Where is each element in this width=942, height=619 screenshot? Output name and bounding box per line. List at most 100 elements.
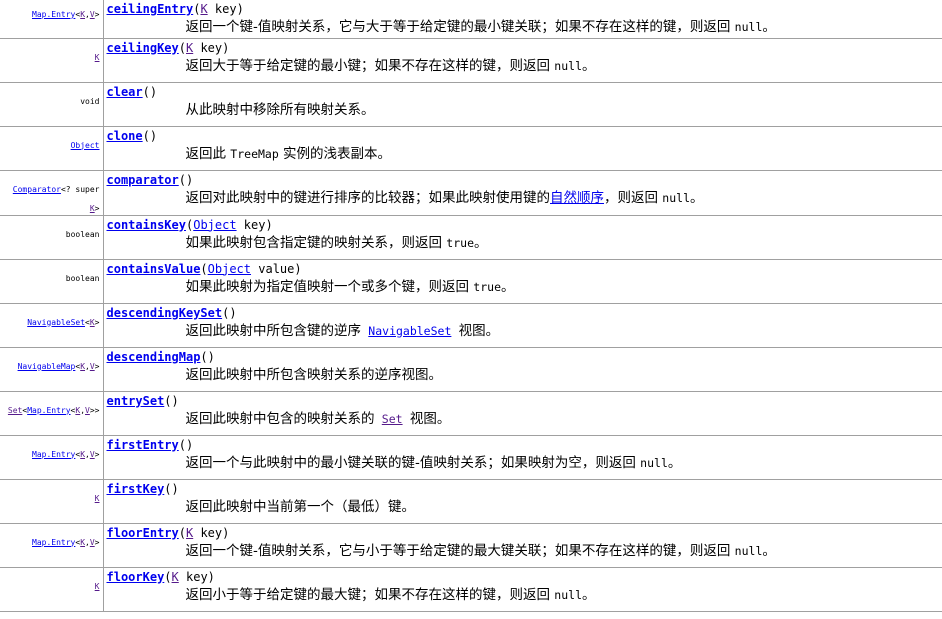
type-text: <? super [60,184,100,194]
description-text: 返回此映射中所包含键的逆序 [185,322,366,339]
return-type-cell: void [0,81,104,127]
method-detail-cell: descendingMap() 返回此映射中所包含映射关系的逆序视图。 [102,346,942,392]
type-link[interactable]: NavigableMap [18,362,76,371]
type-link[interactable]: K [95,494,100,503]
method-description: 返回此映射中所包含键的逆序 NavigableSet 视图。 [107,321,942,341]
method-name-link[interactable]: descendingMap [107,350,201,364]
method-name-link[interactable]: firstEntry [107,438,179,452]
method-row-floorKey: KfloorKey(K key) 返回小于等于给定键的最大键；如果不存在这样的键，… [0,566,942,612]
signature-text: ( [164,569,172,584]
method-name-link[interactable]: containsValue [107,262,201,276]
description-text: 。 [474,234,488,251]
method-description: 返回此映射中当前第一个（最低）键。 [107,497,942,517]
signature-text: key) [193,525,230,540]
signature-text: () [178,172,194,187]
method-name-link[interactable]: ceilingEntry [107,2,194,16]
method-name-link[interactable]: containsKey [107,218,186,232]
type-link[interactable]: Set [8,406,22,415]
description-text: 。 [762,19,776,35]
method-detail-cell: ceilingKey(K key) 返回大于等于给定键的最小键；如果不存在这样的键… [102,37,942,83]
method-detail-cell: floorKey(K key) 返回小于等于给定键的最大键；如果不存在这样的键，则… [102,566,942,612]
method-name-link[interactable]: ceilingKey [107,41,179,55]
description-text: 返回一个与此映射中的最小键关联的键-值映射关系；如果映射为空，则返回 [185,454,641,471]
signature-text: () [200,349,215,364]
return-type-cell: Map.Entry<K,V> [0,522,104,568]
method-description: 返回此 TreeMap 实例的浅表副本。 [107,144,942,164]
method-row-ceilingEntry: Map.Entry<K,V> ceilingEntry(K key) 返回一个键-值… [0,0,942,39]
param-type-link[interactable]: Object [208,262,251,276]
type-link[interactable]: Object [71,141,100,150]
type-link[interactable]: Map.Entry [32,450,75,459]
return-type-cell: K [0,478,104,524]
param-type-link[interactable]: K [172,570,179,584]
type-link[interactable]: Map.Entry [27,406,70,415]
description-text: 。 [762,542,776,559]
code-literal: null [734,543,763,558]
type-link[interactable]: Comparator [13,185,61,194]
type-link[interactable]: K [95,582,100,591]
method-detail-cell: ceilingEntry(K key) 返回一个键-值映射关系，它与大于等于给定键… [102,0,942,39]
method-detail-cell: floorEntry(K key) 返回一个键-值映射关系，它与小于等于给定键的最… [102,522,942,568]
signature-text: () [164,481,179,496]
type-text: > [94,537,100,547]
method-summary-table: Map.Entry<K,V> ceilingEntry(K key) 返回一个键-值… [0,0,942,612]
param-type-link[interactable]: K [200,2,207,16]
signature-text: () [164,393,179,408]
return-type-cell: Set<Map.Entry<K,V>> [0,390,104,436]
method-description: 返回大于等于给定键的最小键；如果不存在这样的键，则返回 null。 [107,56,942,76]
type-link[interactable]: K [95,53,100,62]
method-row-clear: void clear() 从此映射中移除所有映射关系。 [0,81,942,127]
return-type-cell: Map.Entry<K,V> [0,434,104,480]
method-row-floorEntry: Map.Entry<K,V> floorEntry(K key) 返回一个键-值映射… [0,522,942,568]
method-row-firstEntry: Map.Entry<K,V> firstEntry() 返回一个与此映射中的最小键关… [0,434,942,480]
description-text: 如果此映射为指定值映射一个或多个键，则返回 [185,278,474,295]
type-link[interactable]: NavigableSet [27,318,85,327]
method-name-link[interactable]: comparator [107,173,179,187]
description-text: 返回大于等于给定键的最小键；如果不存在这样的键，则返回 [185,57,555,74]
code-literal: true [473,279,501,294]
description-text: 。 [582,586,596,603]
method-name-link[interactable]: clone [107,129,143,143]
description-code-link[interactable]: Set [379,412,406,426]
method-name-link[interactable]: floorEntry [107,526,179,540]
method-detail-cell: firstEntry() 返回一个与此映射中的最小键关联的键-值映射关系；如果映射… [102,434,942,480]
method-name-link[interactable]: firstKey [107,482,165,496]
code-literal: true [446,235,474,250]
signature-text: value) [251,261,302,276]
method-row-containsValue: boolean containsValue(Object value) 如果此映射为… [0,258,942,304]
param-type-link[interactable]: Object [193,218,236,232]
method-signature: floorKey(K key) [107,570,942,585]
method-name-link[interactable]: floorKey [107,570,165,584]
method-name-link[interactable]: entrySet [107,394,165,408]
description-link[interactable]: 自然顺序 [550,190,604,206]
code-literal: null [554,587,582,602]
return-type-cell: boolean [0,214,104,260]
method-name-link[interactable]: descendingKeySet [107,306,223,320]
method-signature: clone() [107,129,942,144]
method-row-ceilingKey: KceilingKey(K key) 返回大于等于给定键的最小键；如果不存在这样的… [0,37,942,83]
description-text: ，则返回 [604,189,663,206]
type-text: > [94,10,100,19]
type-link[interactable]: Map.Entry [32,538,75,547]
method-description: 如果此映射为指定值映射一个或多个键，则返回 true。 [107,277,942,297]
code-literal: null [554,58,582,73]
method-detail-cell: entrySet() 返回此映射中包含的映射关系的 Set 视图。 [102,390,942,436]
signature-text: key) [236,217,273,232]
description-text: 视图。 [405,410,451,427]
method-name-link[interactable]: clear [107,85,143,99]
method-row-comparator: Comparator<? super K> comparator() 返回对此映射中… [0,169,942,216]
code-literal: null [734,20,763,34]
description-text: 实例的浅表副本。 [278,145,392,162]
method-signature: entrySet() [107,394,942,409]
method-detail-cell: containsValue(Object value) 如果此映射为指定值映射一个… [102,258,942,304]
method-signature: descendingMap() [107,350,942,365]
type-link[interactable]: Map.Entry [32,10,75,19]
method-signature: clear() [107,85,942,100]
method-row-firstKey: KfirstKey() 返回此映射中当前第一个（最低）键。 [0,478,942,524]
description-text: 。 [667,454,682,471]
description-code-link[interactable]: NavigableSet [365,324,454,338]
signature-text: key) [178,569,215,584]
method-signature: firstKey() [107,482,942,497]
method-description: 返回小于等于给定键的最大键；如果不存在这样的键，则返回 null。 [107,585,942,605]
method-description: 返回一个与此映射中的最小键关联的键-值映射关系；如果映射为空，则返回 null。 [107,453,942,473]
